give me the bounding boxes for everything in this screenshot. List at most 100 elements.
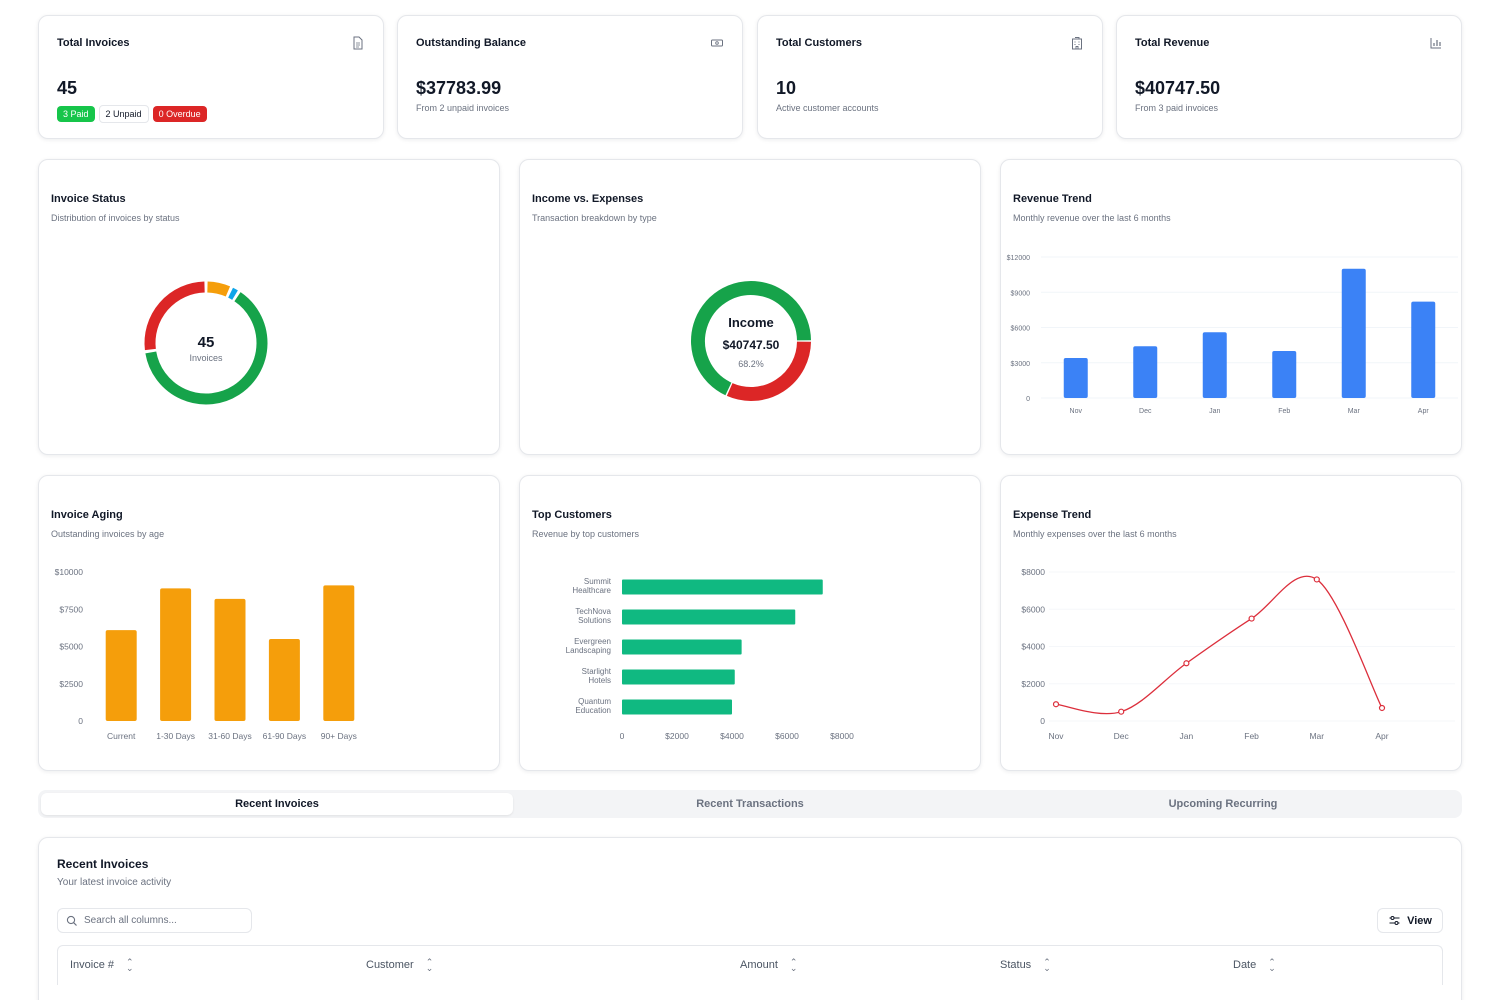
bar <box>1202 332 1227 398</box>
x-tick-label: Nov <box>1070 408 1083 415</box>
bar <box>268 639 300 721</box>
sort-icon: ⌃ ⌄ <box>1043 957 1051 973</box>
pie-slice-draft <box>228 287 238 300</box>
bar <box>622 669 735 685</box>
search-icon <box>66 915 77 926</box>
series-line <box>1055 575 1383 715</box>
bar <box>1341 268 1366 398</box>
y-tick-label: $12000 <box>1007 255 1030 262</box>
unpaid-badge: 2 Unpaid <box>98 105 149 123</box>
invoice-aging-card: Invoice Aging Outstanding invoices by ag… <box>38 475 500 771</box>
x-tick-label: 61-90 Days <box>263 731 306 741</box>
x-tick-label: Mar <box>1309 731 1324 741</box>
y-tick-label: Evergreen <box>574 637 611 646</box>
search-box[interactable] <box>57 908 252 933</box>
y-tick-label: 0 <box>1026 396 1030 403</box>
data-point <box>1248 615 1255 622</box>
column-label: Customer <box>366 959 414 971</box>
y-tick-label: $2500 <box>59 679 83 689</box>
y-tick-label: Hotels <box>588 676 611 685</box>
donut-center-value: $40747.50 <box>723 338 780 352</box>
x-tick-label: $2000 <box>665 731 689 741</box>
column-header-date[interactable]: Date ⌃ ⌄ <box>1233 957 1276 973</box>
x-tick-label: Mar <box>1348 408 1361 415</box>
column-header-customer[interactable]: Customer ⌃ ⌄ <box>366 957 434 973</box>
top-customers-card: Top Customers Revenue by top customers S… <box>519 475 981 771</box>
stat-value: 10 <box>776 78 797 98</box>
stat-title: Total Customers <box>776 37 862 49</box>
donut-center-percent: 68.2% <box>738 359 764 369</box>
stat-card-total-revenue: Total Revenue $40747.50 From 3 paid invo… <box>1116 15 1462 139</box>
x-tick-label: Apr <box>1375 731 1388 741</box>
y-tick-label: Education <box>575 706 611 715</box>
overdue-badge: 0 Overdue <box>152 106 207 122</box>
section-title: Recent Invoices <box>57 857 149 871</box>
stat-subtitle: From 2 unpaid invoices <box>416 103 510 113</box>
banknote-icon <box>711 39 723 47</box>
column-header-status[interactable]: Status ⌃ ⌄ <box>1000 957 1051 973</box>
invoice-status-pills: 3 Paid 2 Unpaid 0 Overdue <box>57 104 211 123</box>
stat-title: Outstanding Balance <box>416 37 527 49</box>
stat-value: $40747.50 <box>1135 78 1221 98</box>
revenue-trend-card: Revenue Trend Monthly revenue over the l… <box>1000 159 1462 455</box>
y-tick-label: Landscaping <box>566 646 611 655</box>
stat-subtitle: From 3 paid invoices <box>1135 103 1219 113</box>
dashboard-tabs: Recent Invoices Recent Transactions Upco… <box>38 790 1462 818</box>
invoice-status-donut: 45 Invoices <box>144 281 268 405</box>
y-tick-label: TechNova <box>575 607 611 616</box>
building-icon <box>1072 37 1082 50</box>
x-tick-label: Apr <box>1418 408 1430 415</box>
section-subtitle: Your latest invoice activity <box>57 877 172 888</box>
x-tick-label: $4000 <box>720 731 744 741</box>
tab-upcoming-recurring[interactable]: Upcoming Recurring <box>987 793 1459 815</box>
data-point <box>1183 660 1190 667</box>
search-input[interactable] <box>84 915 244 926</box>
expense-trend-card: Expense Trend Monthly expenses over the … <box>1000 475 1462 771</box>
x-tick-label: $6000 <box>775 731 799 741</box>
view-label: View <box>1407 914 1432 927</box>
stat-card-total-customers: Total Customers 10 Active customer accou… <box>757 15 1103 139</box>
invoice-aging-chart: $10000 $7500 $5000 $2500 0 Current 1-30 Days 31… <box>55 567 357 741</box>
stat-value: 45 <box>57 78 78 98</box>
expense-trend-chart: $8000 $6000 $4000 $2000 0Nov Dec Jan Feb Mar Apr <box>1021 567 1455 741</box>
y-tick-label: $8000 <box>1021 567 1045 577</box>
tab-recent-transactions[interactable]: Recent Transactions <box>514 793 986 815</box>
data-point <box>1378 704 1386 712</box>
sort-icon: ⌃ ⌄ <box>1268 957 1276 973</box>
column-header-amount[interactable]: Amount ⌃ ⌄ <box>740 958 797 973</box>
donut-center-label: Income <box>728 315 774 330</box>
bar <box>160 588 192 721</box>
x-tick-label: Jan <box>1180 731 1194 741</box>
y-tick-label: $7500 <box>59 604 83 614</box>
invoice-status-card: Invoice Status Distribution of invoices … <box>38 159 500 455</box>
column-label: Invoice # <box>70 959 115 971</box>
x-tick-label: Nov <box>1048 731 1064 741</box>
y-tick-label: $10000 <box>55 567 84 577</box>
bar <box>1272 351 1297 398</box>
bar <box>1411 301 1436 398</box>
y-tick-label: 0 <box>1040 716 1045 726</box>
income-expenses-card: Income vs. Expenses Transaction breakdow… <box>519 159 981 455</box>
sliders-icon <box>1389 916 1400 925</box>
donut-center-label: Invoices <box>189 353 223 363</box>
stat-value: $37783.99 <box>416 78 502 98</box>
y-tick-label: Starlight <box>582 667 612 676</box>
y-tick-label: $9000 <box>1011 290 1031 297</box>
bar <box>622 609 796 625</box>
x-tick-label: Dec <box>1114 731 1130 741</box>
view-options-button[interactable]: View <box>1377 908 1443 933</box>
y-tick-label: Healthcare <box>572 586 611 595</box>
x-tick-label: Current <box>107 731 136 741</box>
y-tick-label: $4000 <box>1021 642 1045 652</box>
data-point <box>1313 576 1320 583</box>
revenue-trend-chart: $12000 $9000 $6000 $3000 0 Nov Dec Jan Feb Mar Apr <box>1007 255 1458 415</box>
column-label: Date <box>1233 959 1257 971</box>
stat-card-outstanding-balance: Outstanding Balance $37783.99 From 2 unp… <box>397 15 743 139</box>
column-header-invoice-number[interactable]: Invoice # ⌃ ⌄ <box>70 958 134 973</box>
tab-recent-invoices[interactable]: Recent Invoices <box>41 793 513 815</box>
y-tick-label: 0 <box>78 716 83 726</box>
y-tick-label: $6000 <box>1011 326 1031 333</box>
top-customers-chart: SummitHealthcare TechNovaSolutions Evergre… <box>566 577 854 741</box>
x-tick-label: 0 <box>620 731 625 741</box>
sort-icon: ⌃ ⌄ <box>425 957 434 973</box>
